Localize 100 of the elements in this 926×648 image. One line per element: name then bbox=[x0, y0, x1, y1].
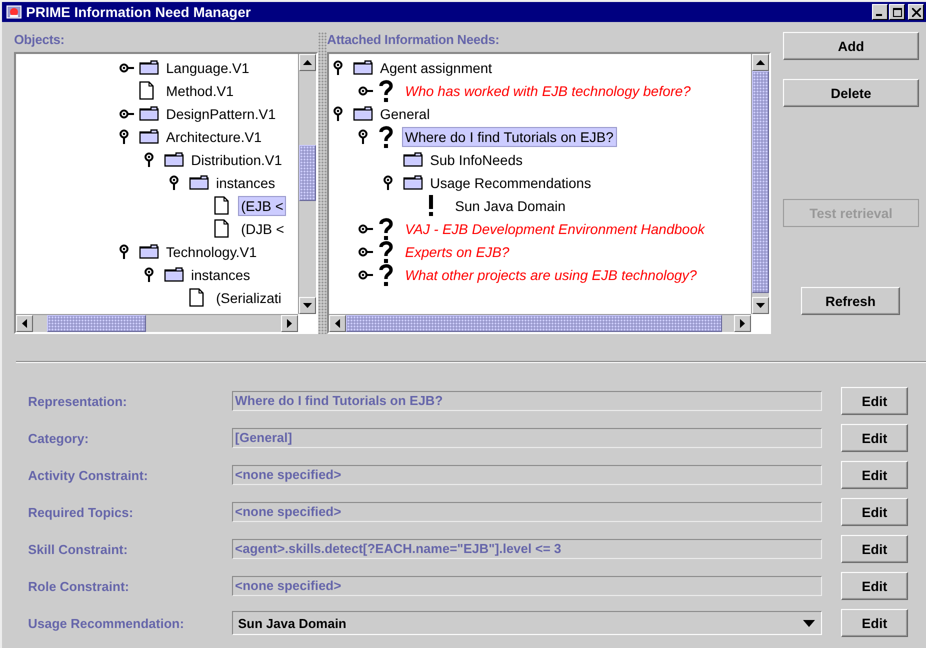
minimize-button[interactable] bbox=[872, 4, 888, 20]
panel-label: Objects: bbox=[14, 32, 66, 49]
tree-item[interactable]: What other projects are using EJB technology? bbox=[402, 264, 700, 284]
expanded-handle-icon[interactable] bbox=[119, 129, 129, 144]
close-icon bbox=[912, 8, 920, 16]
question-mark-icon bbox=[378, 262, 394, 286]
tree-item[interactable]: (EJB < bbox=[238, 196, 286, 216]
maximize-icon bbox=[892, 8, 902, 16]
tree-item[interactable]: instances bbox=[188, 264, 254, 284]
field-label: Skill Constraint: bbox=[28, 542, 129, 556]
window-title: PRIME Information Need Manager bbox=[26, 4, 252, 20]
edit-button[interactable]: Edit bbox=[841, 387, 908, 415]
field-label: Role Constraint: bbox=[28, 578, 130, 594]
folder-icon bbox=[139, 244, 159, 259]
tree-item[interactable]: Technology.V1 bbox=[163, 242, 260, 262]
scroll-thumb[interactable] bbox=[299, 145, 316, 201]
tree-item[interactable]: DesignPattern.V1 bbox=[163, 104, 279, 124]
folder-icon bbox=[189, 175, 209, 190]
vertical-scrollbar[interactable] bbox=[751, 54, 769, 314]
down-arrow-icon bbox=[756, 303, 765, 308]
expanded-handle-icon[interactable] bbox=[144, 267, 154, 282]
tree-item[interactable]: instances bbox=[213, 172, 278, 192]
collapsed-handle-icon[interactable] bbox=[119, 108, 134, 118]
document-icon bbox=[139, 81, 154, 100]
field-label: Usage Recommendation: bbox=[28, 616, 186, 630]
field-label: Representation: bbox=[28, 394, 128, 408]
expanded-handle-icon[interactable] bbox=[119, 244, 129, 259]
document-icon bbox=[214, 219, 229, 238]
field-label: Required Topics: bbox=[28, 504, 134, 520]
collapsed-handle-icon[interactable] bbox=[358, 86, 373, 96]
folder-icon bbox=[403, 175, 423, 190]
edit-button[interactable]: Edit bbox=[841, 535, 908, 563]
right-arrow-icon bbox=[287, 319, 292, 328]
tree-item[interactable]: Experts on EJB? bbox=[402, 242, 512, 262]
folder-icon bbox=[353, 60, 373, 75]
expanded-handle-icon[interactable] bbox=[169, 175, 179, 190]
question-mark-icon bbox=[378, 78, 394, 102]
folder-icon bbox=[403, 152, 423, 167]
app-icon bbox=[6, 4, 22, 20]
edit-button[interactable]: Edit bbox=[841, 572, 908, 600]
edit-button[interactable]: Edit bbox=[841, 498, 908, 526]
expanded-handle-icon[interactable] bbox=[358, 129, 368, 144]
tree-item[interactable]: Who has worked with EJB technology before? bbox=[402, 80, 694, 100]
down-arrow-icon bbox=[303, 303, 312, 308]
up-arrow-icon bbox=[303, 60, 312, 65]
question-mark-icon bbox=[378, 240, 394, 264]
expanded-handle-icon[interactable] bbox=[383, 175, 393, 190]
horizontal-scrollbar[interactable] bbox=[16, 314, 298, 332]
edit-button[interactable]: Edit bbox=[841, 461, 908, 489]
scroll-thumb[interactable] bbox=[346, 315, 722, 332]
left-arrow-icon bbox=[335, 319, 340, 328]
folder-icon bbox=[139, 129, 159, 144]
tree-item[interactable]: Agent assignment bbox=[377, 58, 496, 78]
document-icon bbox=[189, 288, 204, 307]
scroll-thumb[interactable] bbox=[47, 315, 146, 332]
folder-icon bbox=[139, 60, 159, 75]
edit-button[interactable]: Edit bbox=[841, 424, 908, 452]
exclamation-icon bbox=[428, 194, 434, 216]
expanded-handle-icon[interactable] bbox=[333, 106, 343, 121]
horizontal-scrollbar[interactable] bbox=[329, 314, 751, 332]
collapsed-handle-icon[interactable] bbox=[119, 62, 134, 72]
tree-item[interactable]: Sun Java Domain bbox=[452, 196, 569, 216]
question-mark-icon bbox=[378, 216, 394, 240]
right-arrow-icon bbox=[740, 319, 745, 328]
edit-button[interactable]: Edit bbox=[841, 609, 908, 637]
tree-item[interactable]: Distribution.V1 bbox=[188, 150, 286, 170]
close-button[interactable] bbox=[908, 4, 924, 20]
document-icon bbox=[214, 196, 229, 215]
expanded-handle-icon[interactable] bbox=[333, 60, 343, 75]
tree-item[interactable]: General bbox=[377, 104, 433, 124]
dropdown-arrow-icon bbox=[803, 620, 815, 626]
collapsed-handle-icon[interactable] bbox=[358, 246, 373, 256]
tree-item[interactable]: VAJ - EJB Development Environment Handbook bbox=[402, 218, 708, 238]
question-mark-icon bbox=[378, 124, 394, 148]
field-label: Activity Constraint: bbox=[28, 468, 149, 482]
field-label: Category: bbox=[28, 430, 90, 446]
maximize-button[interactable] bbox=[889, 4, 905, 20]
panel-label: Attached Information Needs: bbox=[327, 32, 500, 49]
vertical-scrollbar[interactable] bbox=[298, 54, 316, 314]
tree-item[interactable]: Sub InfoNeeds bbox=[427, 150, 526, 170]
tree-item[interactable]: Usage Recommendations bbox=[427, 172, 594, 192]
left-arrow-icon bbox=[22, 319, 27, 328]
action-button[interactable]: Delete bbox=[783, 79, 919, 107]
tree-item[interactable]: Language.V1 bbox=[163, 58, 252, 78]
scroll-thumb[interactable] bbox=[752, 71, 769, 293]
expanded-handle-icon[interactable] bbox=[144, 152, 154, 167]
tree-item[interactable]: Architecture.V1 bbox=[163, 126, 265, 146]
folder-icon bbox=[164, 267, 184, 282]
collapsed-handle-icon[interactable] bbox=[358, 270, 373, 280]
tree-item[interactable]: Where do I find Tutorials on EJB? bbox=[402, 126, 617, 146]
tree-item[interactable]: (Serializati bbox=[213, 288, 284, 308]
tree-item[interactable]: Method.V1 bbox=[163, 80, 237, 100]
dropdown[interactable]: Sun Java Domain bbox=[232, 611, 822, 635]
folder-icon bbox=[164, 152, 184, 167]
action-button[interactable]: Add bbox=[783, 32, 919, 60]
tree-item[interactable]: (DJB < bbox=[238, 218, 288, 238]
collapsed-handle-icon[interactable] bbox=[358, 224, 373, 234]
action-button[interactable]: Refresh bbox=[801, 287, 900, 315]
folder-icon bbox=[139, 106, 159, 121]
up-arrow-icon bbox=[756, 60, 765, 65]
